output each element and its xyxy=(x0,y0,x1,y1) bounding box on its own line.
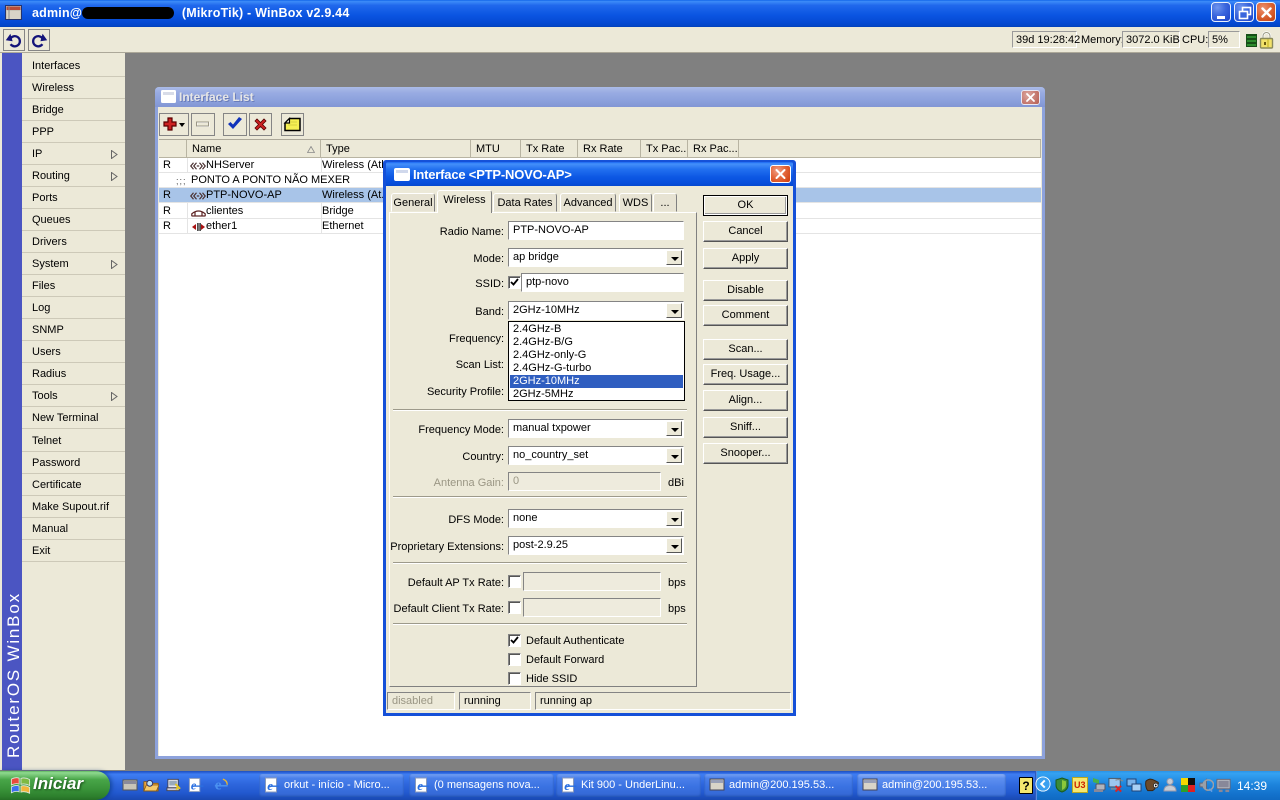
svg-text:U3: U3 xyxy=(1074,780,1086,790)
